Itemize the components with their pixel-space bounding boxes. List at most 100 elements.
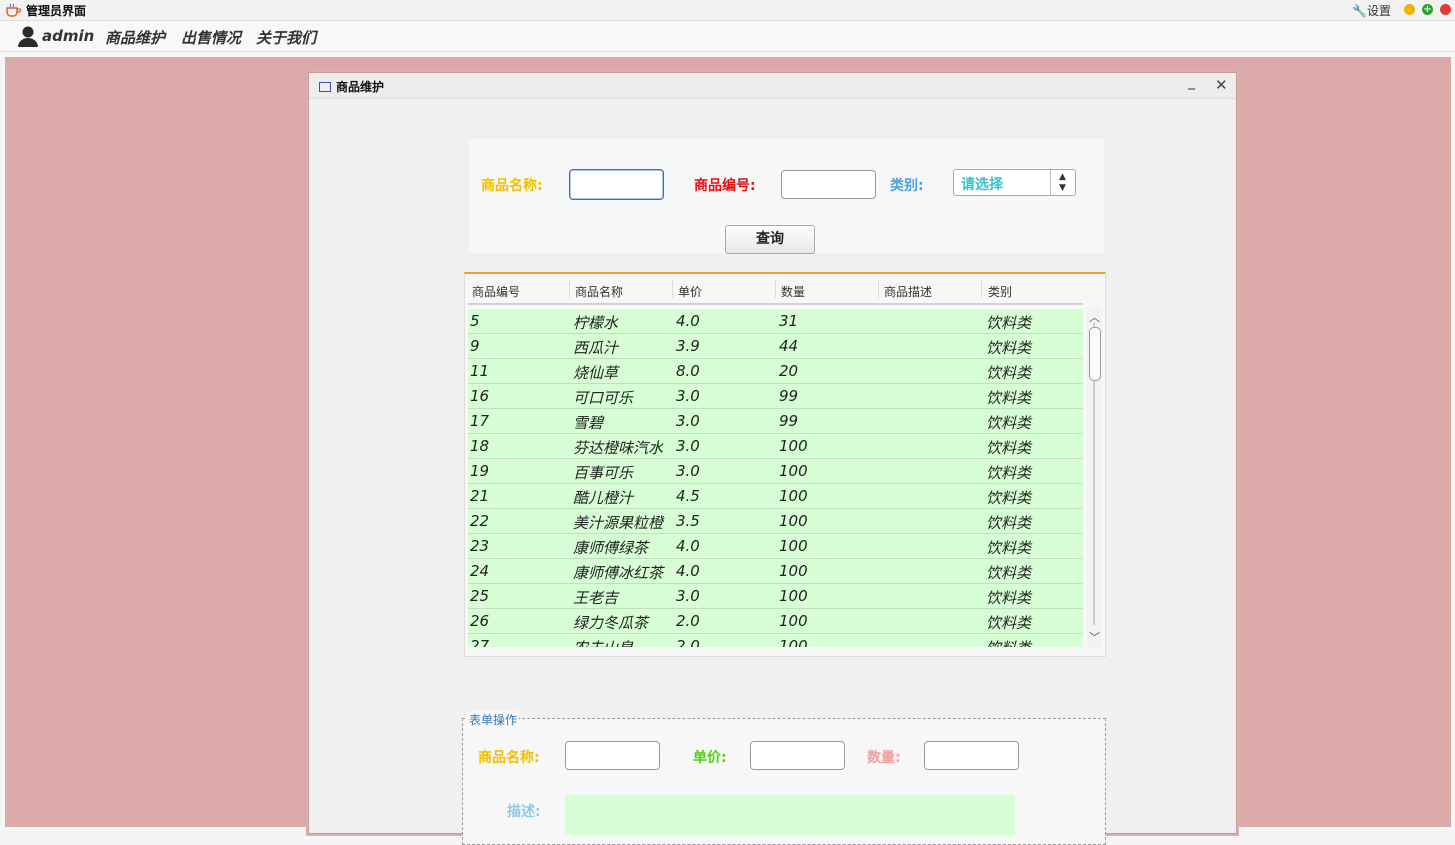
form-description-label: 描述: [507,804,541,820]
frame-title: 商品维护 [336,80,385,94]
table-cell: 饮料类 [986,589,1032,607]
category-select[interactable]: 请选择 ▲ ▼ [953,169,1076,196]
table-row[interactable]: 21 酷儿橙汁 4.5 100 饮料类 [468,484,1083,509]
form-description-textarea[interactable] [565,795,1015,835]
table-cell: 16 [470,387,490,405]
scroll-down-icon[interactable]: ﹀ [1089,629,1100,645]
settings-button[interactable]: 🔧设置 [1352,2,1391,19]
scroll-thumb[interactable] [1089,327,1101,381]
menu-goods-maintenance[interactable]: 商品维护 [105,27,165,48]
table-cell: 18 [470,437,490,455]
window-title: 管理员界面 [26,4,87,18]
table-cell: 19 [470,462,490,480]
table-cell: 3.0 [676,387,700,405]
coffee-cup-icon [6,3,21,17]
table-row[interactable]: 19 百事可乐 3.0 100 饮料类 [468,459,1083,484]
table-cell: 饮料类 [986,389,1032,407]
table-cell: 100 [779,487,808,505]
table-cell: 柠檬水 [573,314,619,332]
menubar: admin 商品维护 出售情况 关于我们 [0,21,1455,52]
column-header[interactable]: 数量 [781,283,805,299]
goods-code-label: 商品编号: [694,178,756,194]
frame-close-button[interactable]: ✕ [1215,76,1228,94]
table-cell: 饮料类 [986,439,1032,457]
table-cell: 2.0 [676,637,700,647]
table-cell: 22 [470,512,490,530]
table-row[interactable]: 11 烧仙草 8.0 20 饮料类 [468,359,1083,384]
goods-table: 商品编号 商品名称 单价 数量 商品描述 类别 5 柠檬水 4.0 31 饮料类 9 西瓜汁… [464,272,1106,657]
table-cell: 100 [779,637,808,647]
column-divider[interactable] [878,280,879,298]
table-cell: 饮料类 [986,614,1032,632]
goods-name-input[interactable] [569,169,664,200]
form-panel-title: 表单操作 [467,711,520,728]
table-cell: 44 [779,337,799,355]
form-goods-name-input[interactable] [565,741,660,770]
table-cell: 17 [470,412,490,430]
settings-label: 设置 [1366,4,1391,18]
form-price-input[interactable] [750,741,845,770]
menu-about-us[interactable]: 关于我们 [256,27,316,48]
table-cell: 3.0 [676,437,700,455]
table-row[interactable]: 9 西瓜汁 3.9 44 饮料类 [468,334,1083,359]
form-price-label: 单价: [693,750,727,766]
table-row[interactable]: 18 芬达橙味汽水 3.0 100 饮料类 [468,434,1083,459]
table-header: 商品编号 商品名称 单价 数量 商品描述 类别 [468,276,1083,305]
table-row[interactable]: 25 王老吉 3.0 100 饮料类 [468,584,1083,609]
table-cell: 饮料类 [986,514,1032,532]
frame-titlebar[interactable]: 商品维护 _ ✕ [309,73,1236,99]
table-cell: 100 [779,562,808,580]
table-row[interactable]: 27 农夫山泉 2.0 100 饮料类 [468,634,1083,647]
table-cell: 4.0 [676,562,700,580]
column-divider[interactable] [569,280,570,298]
table-row[interactable]: 17 雪碧 3.0 99 饮料类 [468,409,1083,434]
form-quantity-input[interactable] [924,741,1019,770]
table-cell: 99 [779,412,799,430]
table-cell: 3.0 [676,587,700,605]
vertical-scrollbar[interactable]: ︿ ﹀ [1087,307,1102,647]
column-header[interactable]: 商品编号 [472,283,520,299]
table-body: 5 柠檬水 4.0 31 饮料类 9 西瓜汁 3.9 44 饮料类 11 烧仙草 8.0 20 饮料类 16 可… [468,309,1083,647]
table-cell: 百事可乐 [573,464,634,482]
maximize-window-button[interactable]: + [1422,4,1433,15]
table-cell: 2.0 [676,612,700,630]
goods-code-input[interactable] [781,170,876,199]
table-cell: 饮料类 [986,564,1032,582]
form-quantity-label: 数量: [867,750,901,766]
table-row[interactable]: 23 康师傅绿茶 4.0 100 饮料类 [468,534,1083,559]
table-cell: 3.0 [676,462,700,480]
table-row[interactable]: 22 美汁源果粒橙 3.5 100 饮料类 [468,509,1083,534]
menu-user[interactable]: admin [42,27,94,45]
table-row[interactable]: 16 可口可乐 3.0 99 饮料类 [468,384,1083,409]
table-cell: 5 [470,312,480,330]
table-cell: 芬达橙味汽水 [573,439,664,457]
close-window-button[interactable] [1440,4,1451,15]
table-cell: 饮料类 [986,339,1032,357]
table-cell: 饮料类 [986,364,1032,382]
column-header[interactable]: 商品名称 [575,283,623,299]
column-header[interactable]: 单价 [678,283,702,299]
table-cell: 100 [779,462,808,480]
form-panel: 表单操作 商品名称: 单价: 数量: 描述: [462,711,1106,845]
column-divider[interactable] [775,280,776,298]
column-header[interactable]: 商品描述 [884,283,932,299]
table-row[interactable]: 26 绿力冬瓜茶 2.0 100 饮料类 [468,609,1083,634]
minimize-window-button[interactable] [1404,4,1415,15]
table-cell: 康师傅冰红茶 [573,564,664,582]
column-divider[interactable] [672,280,673,298]
column-divider[interactable] [981,280,982,298]
table-cell: 100 [779,537,808,555]
table-cell: 100 [779,587,808,605]
table-row[interactable]: 5 柠檬水 4.0 31 饮料类 [468,309,1083,334]
table-cell: 酷儿橙汁 [573,489,634,507]
column-header[interactable]: 类别 [988,283,1012,299]
table-cell: 西瓜汁 [573,339,619,357]
table-cell: 农夫山泉 [573,637,633,647]
query-button[interactable]: 查询 [725,225,815,254]
table-cell: 康师傅绿茶 [573,539,649,557]
menu-sales-status[interactable]: 出售情况 [181,27,241,48]
table-row[interactable]: 24 康师傅冰红茶 4.0 100 饮料类 [468,559,1083,584]
frame-minimize-button[interactable]: _ [1188,74,1195,90]
table-cell: 王老吉 [573,589,619,607]
table-cell: 烧仙草 [573,364,619,382]
